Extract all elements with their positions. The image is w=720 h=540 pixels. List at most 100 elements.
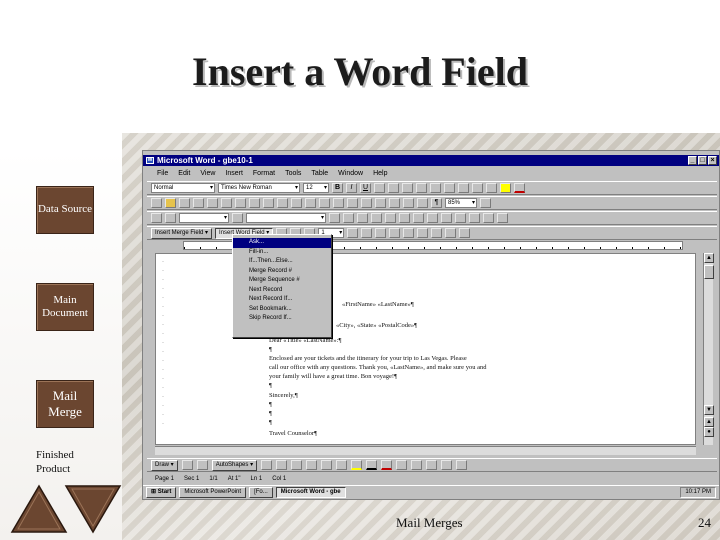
- print-icon[interactable]: [193, 198, 204, 208]
- bullets-icon[interactable]: [444, 183, 455, 193]
- align-right-icon[interactable]: [402, 183, 413, 193]
- arrow-style-icon[interactable]: [426, 460, 438, 470]
- menu-edit[interactable]: Edit: [178, 168, 190, 179]
- line-weight-icon[interactable]: [232, 213, 243, 223]
- print-preview-icon[interactable]: [207, 198, 218, 208]
- menu-item-if-then-else[interactable]: If...Then...Else...: [233, 257, 331, 267]
- format-painter-icon[interactable]: [277, 198, 288, 208]
- line-icon[interactable]: [261, 460, 273, 470]
- style-select[interactable]: Normal: [151, 183, 215, 193]
- eraser-icon[interactable]: [165, 213, 176, 223]
- minimize-button[interactable]: _: [688, 156, 697, 165]
- sort-ascending-icon[interactable]: [469, 213, 480, 223]
- scroll-up-icon[interactable]: ▲: [704, 253, 714, 263]
- task-powerpoint[interactable]: Microsoft PowerPoint: [179, 487, 247, 498]
- vertical-scrollbar[interactable]: ▲ ▼ ▲ ●: [703, 253, 714, 445]
- check-errors-icon[interactable]: [389, 228, 401, 238]
- menu-table[interactable]: Table: [311, 168, 328, 179]
- start-button[interactable]: ⊞ Start: [146, 487, 177, 498]
- text-box-icon[interactable]: [321, 460, 333, 470]
- nav-mail-merge[interactable]: Mail Merge: [36, 380, 94, 428]
- border-color-icon[interactable]: [329, 213, 340, 223]
- next-record-icon[interactable]: [347, 228, 359, 238]
- menu-view[interactable]: View: [200, 168, 215, 179]
- menu-item-next-record[interactable]: Next Record: [233, 286, 331, 296]
- menu-item-skip-record-if[interactable]: Skip Record If...: [233, 314, 331, 324]
- last-record-icon[interactable]: [361, 228, 373, 238]
- distribute-columns-icon[interactable]: [427, 213, 438, 223]
- 3d-icon[interactable]: [456, 460, 468, 470]
- font-color-icon[interactable]: [514, 183, 525, 193]
- merge-to-document-icon[interactable]: [403, 228, 415, 238]
- text-direction-icon[interactable]: [455, 213, 466, 223]
- columns-icon[interactable]: [389, 198, 400, 208]
- menu-file[interactable]: File: [157, 168, 168, 179]
- task-other[interactable]: [Fo...: [249, 487, 273, 498]
- drawing-font-color-icon[interactable]: [381, 460, 393, 470]
- previous-page-icon[interactable]: ▲: [704, 417, 714, 427]
- task-word[interactable]: Microsoft Word - gbe: [275, 487, 346, 498]
- copy-icon[interactable]: [249, 198, 260, 208]
- select-objects-icon[interactable]: [181, 460, 193, 470]
- paste-icon[interactable]: [263, 198, 274, 208]
- dash-style-icon[interactable]: [411, 460, 423, 470]
- save-icon[interactable]: [179, 198, 190, 208]
- menu-help[interactable]: Help: [373, 168, 387, 179]
- oval-icon[interactable]: [306, 460, 318, 470]
- hyperlink-icon[interactable]: [319, 198, 330, 208]
- nav-finished-product[interactable]: Finished Product: [36, 448, 86, 477]
- scroll-thumb[interactable]: [704, 265, 714, 279]
- new-document-icon[interactable]: [151, 198, 162, 208]
- rectangle-icon[interactable]: [291, 460, 303, 470]
- undo-icon[interactable]: [291, 198, 302, 208]
- decrease-indent-icon[interactable]: [458, 183, 469, 193]
- draw-menu-button[interactable]: Draw ▾: [151, 459, 178, 471]
- autoformat-icon[interactable]: [441, 213, 452, 223]
- fill-color-icon[interactable]: [351, 460, 363, 470]
- draw-table-icon[interactable]: [151, 213, 162, 223]
- nav-main-document[interactable]: Main Document: [36, 283, 94, 331]
- align-center-icon[interactable]: [388, 183, 399, 193]
- maximize-button[interactable]: □: [698, 156, 707, 165]
- increase-indent-icon[interactable]: [472, 183, 483, 193]
- autosum-icon[interactable]: [497, 213, 508, 223]
- align-top-icon[interactable]: [399, 213, 410, 223]
- show-hide-icon[interactable]: ¶: [431, 198, 442, 208]
- free-rotate-icon[interactable]: [196, 460, 208, 470]
- merge-to-printer-icon[interactable]: [417, 228, 429, 238]
- line-style-select[interactable]: [179, 213, 229, 223]
- justify-icon[interactable]: [416, 183, 427, 193]
- horizontal-scrollbar[interactable]: [155, 446, 696, 455]
- shading-color-icon[interactable]: [357, 213, 368, 223]
- menu-format[interactable]: Format: [253, 168, 275, 179]
- arrow-icon[interactable]: [276, 460, 288, 470]
- office-assistant-icon[interactable]: [480, 198, 491, 208]
- font-size-select[interactable]: 12: [303, 183, 329, 193]
- menu-item-ask[interactable]: Ask...: [233, 238, 331, 248]
- tables-borders-icon[interactable]: [347, 198, 358, 208]
- borders-icon[interactable]: [486, 183, 497, 193]
- select-browse-object-icon[interactable]: ●: [704, 427, 714, 437]
- menu-item-set-bookmark[interactable]: Set Bookmark...: [233, 305, 331, 315]
- spelling-icon[interactable]: [221, 198, 232, 208]
- start-mail-merge-icon[interactable]: [431, 228, 443, 238]
- border-select[interactable]: [246, 213, 326, 223]
- document-map-icon[interactable]: [417, 198, 428, 208]
- bold-button[interactable]: B: [332, 183, 343, 193]
- insert-merge-field-button[interactable]: Insert Merge Field ▾: [151, 227, 213, 239]
- redo-icon[interactable]: [305, 198, 316, 208]
- split-cells-icon[interactable]: [385, 213, 396, 223]
- line-style-icon[interactable]: [396, 460, 408, 470]
- previous-slide-arrow-icon[interactable]: [10, 484, 68, 534]
- menu-item-next-record-if[interactable]: Next Record If...: [233, 295, 331, 305]
- sort-descending-icon[interactable]: [483, 213, 494, 223]
- menu-item-fill-in[interactable]: Fill-in...: [233, 248, 331, 258]
- mail-merge-helper-icon[interactable]: [375, 228, 387, 238]
- font-select[interactable]: Times New Roman: [218, 183, 300, 193]
- scroll-down-icon[interactable]: ▼: [704, 405, 714, 415]
- menu-window[interactable]: Window: [338, 168, 363, 179]
- insert-excel-icon[interactable]: [375, 198, 386, 208]
- italic-button[interactable]: I: [346, 183, 357, 193]
- menu-tools[interactable]: Tools: [285, 168, 301, 179]
- highlight-icon[interactable]: [500, 183, 511, 193]
